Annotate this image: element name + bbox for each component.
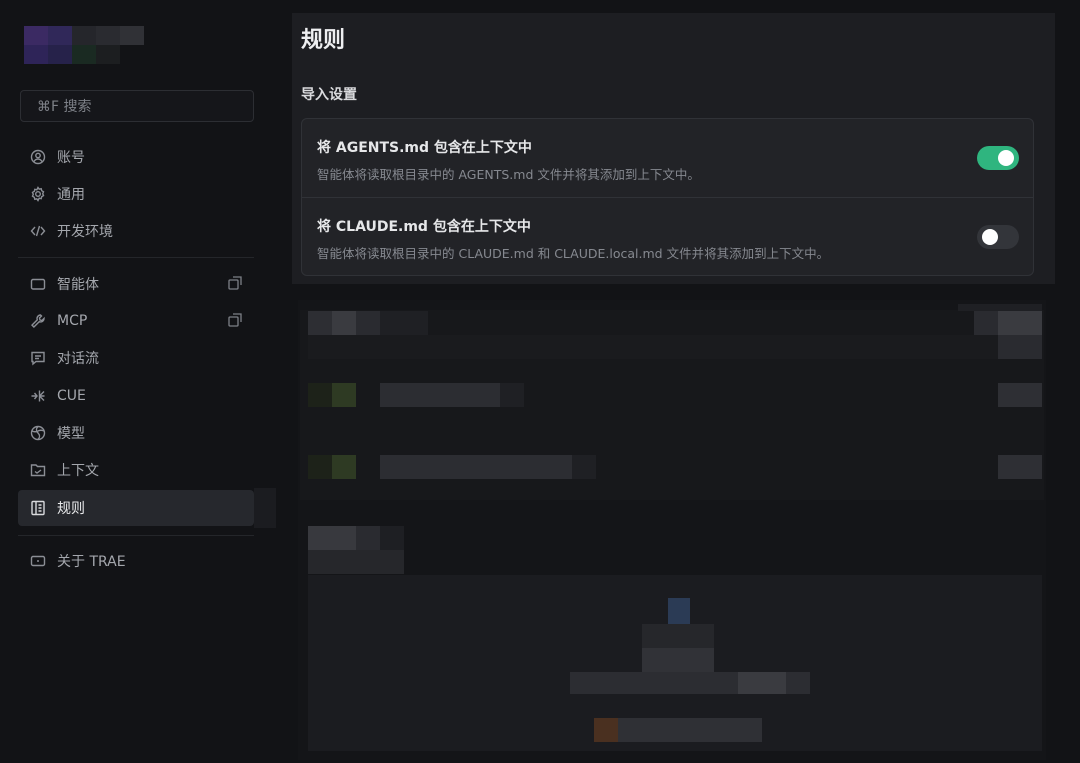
rules-icon: [30, 500, 46, 516]
code-icon: [30, 223, 46, 239]
sidebar-item-agents[interactable]: 智能体: [18, 266, 254, 302]
sidebar-divider: [18, 535, 254, 536]
sidebar-item-rules[interactable]: 规则: [18, 490, 254, 526]
setting-description: 智能体将读取根目录中的 CLAUDE.md 和 CLAUDE.local.md …: [317, 246, 830, 261]
redacted-content: [298, 300, 1046, 760]
page-title: 规则: [301, 28, 346, 53]
sidebar-item-label: 通用: [57, 187, 85, 203]
model-icon: [30, 425, 46, 441]
chat-icon: [30, 350, 46, 366]
sidebar-item-label: 账号: [57, 150, 85, 166]
sidebar-item-label: 模型: [57, 426, 85, 442]
gear-icon: [30, 186, 46, 202]
external-link-icon[interactable]: [228, 276, 244, 292]
setting-description: 智能体将读取根目录中的 AGENTS.md 文件并将其添加到上下文中。: [317, 167, 700, 182]
setting-row-agents: 将 AGENTS.md 包含在上下文中 智能体将读取根目录中的 AGENTS.m…: [302, 119, 1033, 197]
rules-panel: 规则 导入设置 将 AGENTS.md 包含在上下文中 智能体将读取根目录中的 …: [292, 13, 1055, 284]
search-label: ⌘F 搜索: [37, 99, 92, 115]
user-icon: [30, 149, 46, 165]
sidebar-divider: [18, 257, 254, 258]
sidebar-item-model[interactable]: 模型: [18, 415, 254, 451]
sidebar-item-label: 对话流: [57, 351, 99, 367]
external-link-icon[interactable]: [228, 313, 244, 329]
toggle-knob: [998, 150, 1014, 166]
sidebar-item-account[interactable]: 账号: [18, 139, 254, 175]
setting-title: 将 CLAUDE.md 包含在上下文中: [317, 219, 531, 235]
sidebar-item-label: MCP: [57, 313, 88, 329]
toggle-knob: [982, 229, 998, 245]
setting-title: 将 AGENTS.md 包含在上下文中: [317, 140, 532, 156]
import-settings-card: 将 AGENTS.md 包含在上下文中 智能体将读取根目录中的 AGENTS.m…: [301, 118, 1034, 276]
claude-md-toggle[interactable]: [977, 225, 1019, 249]
setting-row-claude: 将 CLAUDE.md 包含在上下文中 智能体将读取根目录中的 CLAUDE.m…: [302, 197, 1033, 275]
active-rail: [254, 488, 276, 528]
agent-icon: [30, 276, 46, 292]
sidebar-item-label: 智能体: [57, 277, 99, 293]
sidebar-item-label: 上下文: [57, 463, 99, 479]
sidebar-item-label: 开发环境: [57, 224, 113, 240]
sidebar-item-chat-flow[interactable]: 对话流: [18, 340, 254, 376]
about-icon: [30, 553, 46, 569]
sidebar-item-about[interactable]: 关于 TRAE: [18, 543, 254, 579]
sidebar-item-label: CUE: [57, 388, 86, 404]
sidebar-item-dev-env[interactable]: 开发环境: [18, 213, 254, 249]
sidebar: ⌘F 搜索 账号 通用 开发环境 智能体 MCP 对话流 CUE 模型 上下文 …: [0, 0, 276, 763]
sidebar-item-label: 规则: [57, 501, 85, 517]
sidebar-item-context[interactable]: 上下文: [18, 452, 254, 488]
sidebar-item-cue[interactable]: CUE: [18, 378, 254, 414]
sidebar-item-label: 关于 TRAE: [57, 554, 126, 570]
folder-icon: [30, 462, 46, 478]
cue-icon: [30, 388, 46, 404]
app-logo: [24, 26, 144, 64]
sidebar-item-general[interactable]: 通用: [18, 176, 254, 212]
sidebar-item-mcp[interactable]: MCP: [18, 303, 254, 339]
agents-md-toggle[interactable]: [977, 146, 1019, 170]
section-title: 导入设置: [301, 87, 357, 103]
search-input[interactable]: ⌘F 搜索: [20, 90, 254, 122]
wrench-icon: [30, 313, 46, 329]
